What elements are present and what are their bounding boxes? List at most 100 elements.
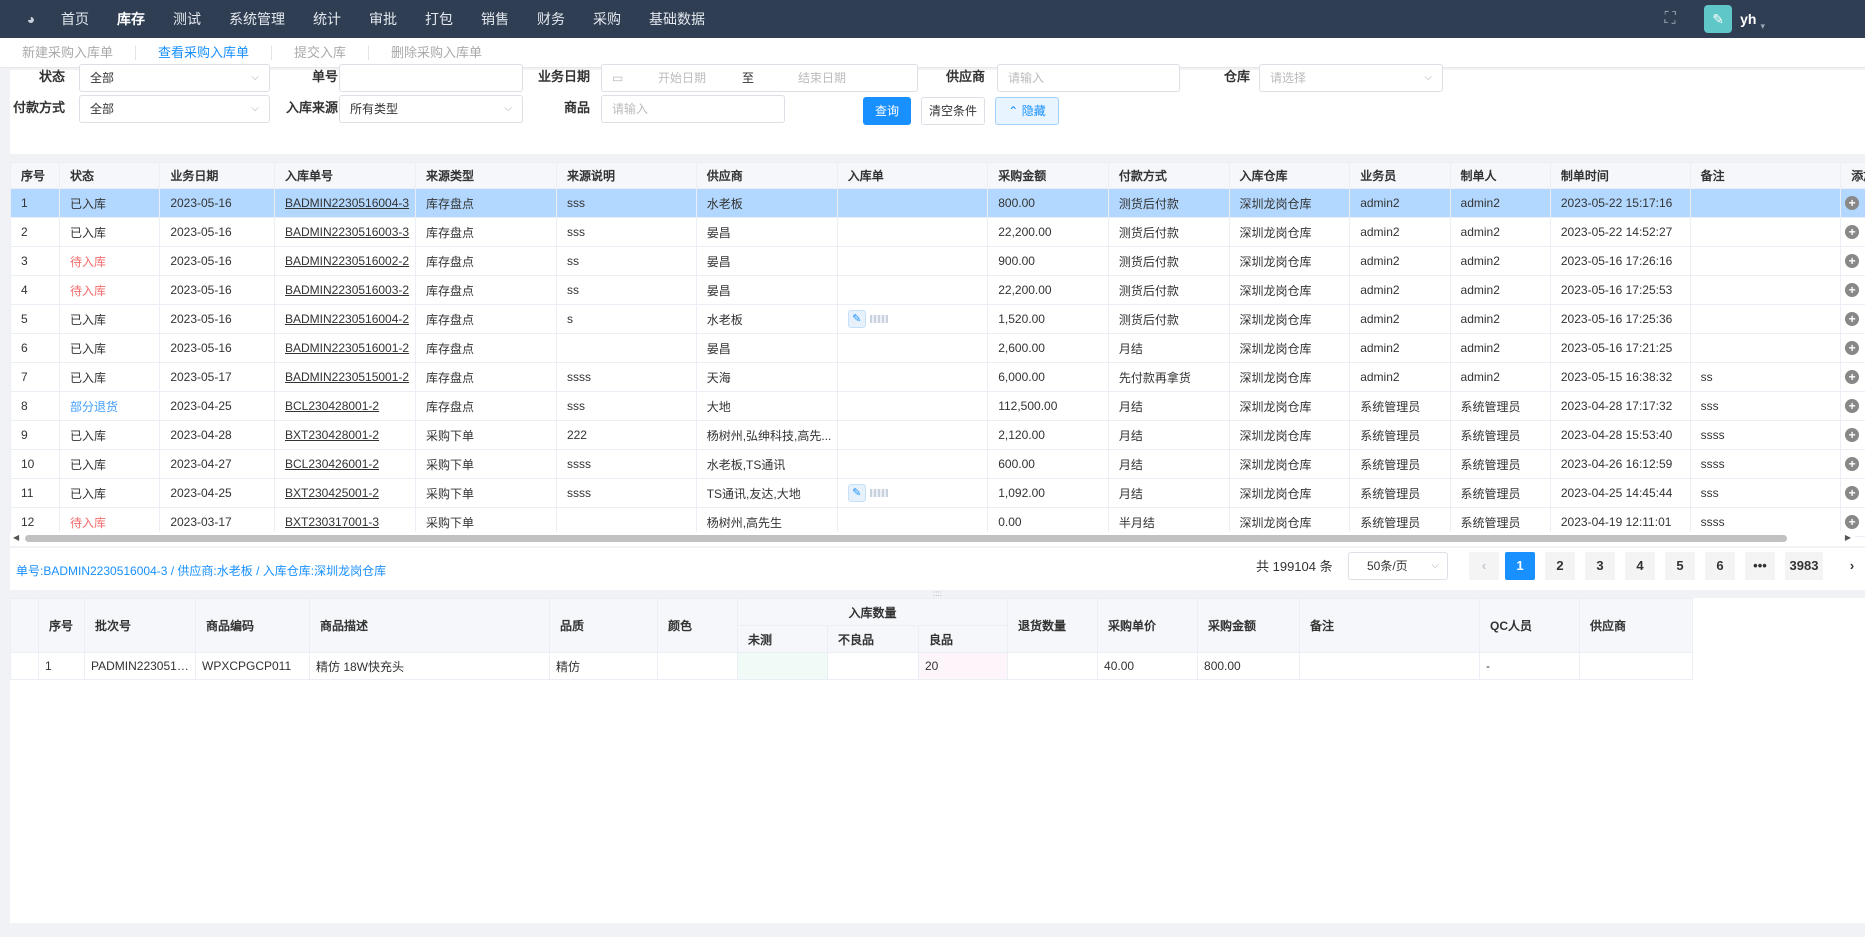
hide-button[interactable]: ⌃ 隐藏 [995, 97, 1059, 125]
detail-cell-good[interactable]: 20 [917, 652, 1009, 680]
grid-col-header[interactable]: 状态 [58, 162, 161, 189]
grid-col-header[interactable]: 备注 [1689, 162, 1842, 189]
dashboard-icon[interactable]: ◕ [20, 11, 42, 27]
order-no-input[interactable] [339, 64, 523, 92]
page-button[interactable]: 6 [1705, 552, 1735, 580]
clear-button[interactable]: 清空条件 [921, 97, 985, 125]
detail-row[interactable]: 1PADMIN22305160041WPXCPGCP011精仿 18W快充头精仿… [10, 652, 1694, 680]
grid-col-header[interactable]: 业务日期 [159, 162, 275, 189]
payment-select[interactable]: 全部 ⌵ [79, 95, 270, 123]
edit-icon[interactable]: ✎ [847, 484, 866, 502]
username[interactable]: yh [1740, 11, 1756, 27]
add-icon[interactable]: + [1845, 486, 1860, 500]
menu-item[interactable]: 打包 [411, 0, 467, 38]
page-button[interactable]: 3 [1585, 552, 1615, 580]
order-no-link[interactable]: BADMIN2230516002-2 [285, 254, 409, 268]
menu-item[interactable]: 统计 [299, 0, 355, 38]
attachment-thumbnail[interactable] [869, 315, 888, 323]
order-no-link[interactable]: BXT230428001-2 [285, 428, 379, 442]
page-button[interactable]: 3983 [1785, 552, 1823, 580]
table-row[interactable]: 6 已入库 2023-05-16 BADMIN2230516001-2 库存盘点 晏昌 2,… [10, 333, 1865, 363]
grid-col-header[interactable]: 入库单号 [274, 162, 416, 189]
order-no-link[interactable]: BADMIN2230516004-2 [285, 312, 409, 326]
scroll-left-icon[interactable]: ◀ [13, 532, 19, 544]
table-row[interactable]: 10 已入库 2023-04-27 BCL230426001-2 采购下单 ssss 水老板… [10, 449, 1865, 479]
grid-col-header[interactable]: 采购金额 [987, 162, 1109, 189]
add-icon[interactable]: + [1845, 341, 1860, 355]
menu-item[interactable]: 采购 [579, 0, 635, 38]
order-no-link[interactable]: BCL230428001-2 [285, 399, 379, 413]
subtab[interactable]: 删除采购入库单 [368, 45, 504, 60]
add-icon[interactable]: + [1845, 457, 1860, 471]
prev-page-button[interactable]: ‹ [1469, 552, 1499, 580]
grid-col-header[interactable]: 供应商 [695, 162, 838, 189]
table-row[interactable]: 1 已入库 2023-05-16 BADMIN2230516004-3 库存盘点 sss 水… [10, 188, 1865, 218]
order-no-link[interactable]: BADMIN2230515001-2 [285, 370, 409, 384]
warehouse-select[interactable]: 请选择 ⌵ [1259, 64, 1443, 92]
table-row[interactable]: 3 待入库 2023-05-16 BADMIN2230516002-2 库存盘点 ss 晏昌… [10, 246, 1865, 276]
scroll-right-icon[interactable]: ▶ [1845, 532, 1851, 544]
order-no-link[interactable]: BCL230426001-2 [285, 457, 379, 471]
product-input[interactable]: 请输入 [601, 95, 785, 123]
detail-cell-bad[interactable] [827, 652, 919, 680]
order-no-link[interactable]: BADMIN2230516003-2 [285, 283, 409, 297]
order-no-link[interactable]: BADMIN2230516001-2 [285, 341, 409, 355]
status-select[interactable]: 全部 ⌵ [79, 64, 270, 92]
add-icon[interactable]: + [1845, 370, 1860, 384]
add-icon[interactable]: + [1845, 312, 1860, 326]
date-range-picker[interactable]: ▭ 开始日期 至 结束日期 [601, 64, 918, 92]
panel-splitter[interactable]: :::: [10, 590, 1865, 598]
date-start-input[interactable]: 开始日期 [658, 65, 706, 91]
query-button[interactable]: 查询 [863, 97, 911, 125]
grid-col-header[interactable]: 序号 [10, 162, 60, 189]
order-no-link[interactable]: BXT230425001-2 [285, 486, 379, 500]
add-icon[interactable]: + [1845, 428, 1860, 442]
order-no-link[interactable]: BADMIN2230516003-3 [285, 225, 409, 239]
subtab[interactable]: 查看采购入库单 [135, 45, 271, 60]
user-caret-icon[interactable]: ▾ [1760, 21, 1765, 32]
menu-item[interactable]: 基础数据 [635, 0, 719, 38]
horizontal-scrollbar[interactable]: ◀ ▶ [10, 532, 1855, 544]
page-button[interactable]: 2 [1545, 552, 1575, 580]
menu-item[interactable]: 库存 [103, 0, 159, 38]
detail-cell-untested[interactable] [737, 652, 828, 680]
menu-item[interactable]: 系统管理 [215, 0, 299, 38]
edit-icon[interactable]: ✎ [847, 310, 866, 328]
grid-col-header[interactable]: 付款方式 [1107, 162, 1230, 189]
table-row[interactable]: 4 待入库 2023-05-16 BADMIN2230516003-2 库存盘点 ss 晏昌… [10, 275, 1865, 305]
add-icon[interactable]: + [1845, 515, 1860, 529]
order-no-link[interactable]: BXT230317001-3 [285, 515, 379, 529]
page-button[interactable]: 4 [1625, 552, 1655, 580]
date-end-input[interactable]: 结束日期 [798, 65, 846, 91]
source-select[interactable]: 所有类型 ⌵ [339, 95, 523, 123]
table-row[interactable]: 9 已入库 2023-04-28 BXT230428001-2 采购下单 222 杨树州,弘… [10, 420, 1865, 450]
menu-item[interactable]: 财务 [523, 0, 579, 38]
grid-col-header[interactable]: 业务员 [1349, 162, 1451, 189]
add-icon[interactable]: + [1845, 399, 1860, 413]
menu-item[interactable]: 首页 [47, 0, 103, 38]
grid-col-header[interactable]: 来源类型 [414, 162, 557, 189]
next-page-button[interactable]: › [1837, 552, 1865, 580]
grid-col-header[interactable]: 制单时间 [1549, 162, 1691, 189]
page-button[interactable]: 5 [1665, 552, 1695, 580]
menu-item[interactable]: 销售 [467, 0, 523, 38]
grid-col-header[interactable]: 制单人 [1449, 162, 1551, 189]
grid-col-header[interactable]: 入库单 [836, 162, 989, 189]
order-no-link[interactable]: BADMIN2230516004-3 [285, 196, 409, 210]
table-row[interactable]: 8 部分退货 2023-04-25 BCL230428001-2 库存盘点 sss 大地 11… [10, 391, 1865, 421]
add-icon[interactable]: + [1845, 283, 1860, 297]
add-icon[interactable]: + [1845, 254, 1860, 268]
subtab[interactable]: 提交入库 [271, 45, 368, 60]
avatar[interactable]: ✎ [1704, 5, 1733, 33]
subtab[interactable]: 新建采购入库单 [0, 45, 135, 60]
grid-col-header[interactable]: 入库仓库 [1228, 162, 1351, 189]
add-icon[interactable]: + [1845, 196, 1860, 210]
table-row[interactable]: 5 已入库 2023-05-16 BADMIN2230516004-2 库存盘点 s 水老板… [10, 304, 1865, 334]
supplier-input[interactable]: 请输入 [997, 64, 1180, 92]
page-button[interactable]: ••• [1745, 552, 1775, 580]
page-button[interactable]: 1 [1505, 552, 1535, 580]
grid-col-header[interactable]: 添加 [1840, 162, 1865, 189]
scrollbar-thumb[interactable] [25, 535, 1787, 542]
add-icon[interactable]: + [1845, 225, 1860, 239]
menu-item[interactable]: 审批 [355, 0, 411, 38]
